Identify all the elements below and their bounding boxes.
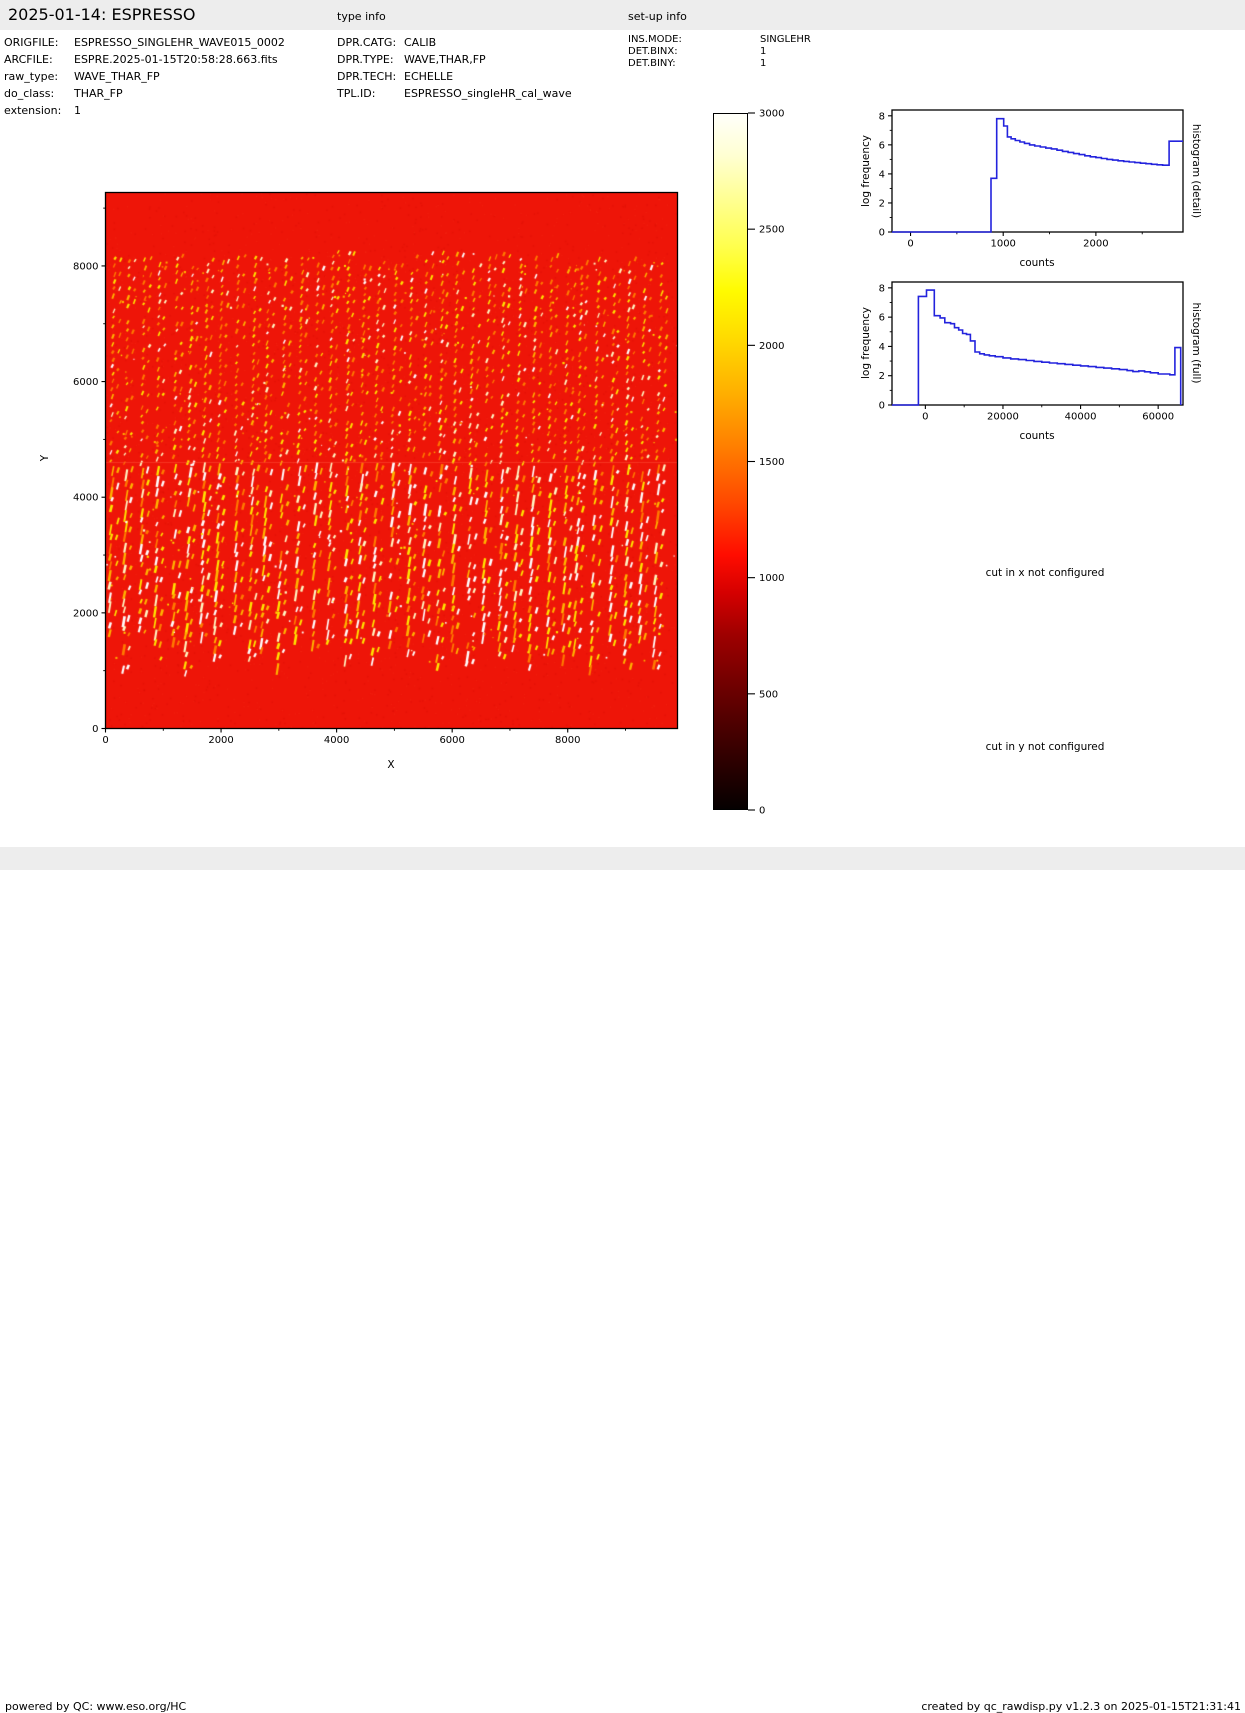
field-label: ARCFILE: [4,53,74,66]
tick-label: 2 [879,371,885,382]
field-label: DET.BINY: [628,58,760,69]
tick-label: 500 [759,689,778,700]
tick-label: 3000 [759,109,784,120]
type-info-heading: type info [337,10,386,23]
field-value: 1 [74,104,81,117]
tick-label: 40000 [1065,412,1097,423]
tick-label: 2000 [759,341,784,352]
file-info-row: raw_type:WAVE_THAR_FP [4,70,160,83]
tick-label: 8 [879,283,885,294]
field-label: raw_type: [4,70,74,83]
plot-frame [892,110,1183,232]
colorbar [713,113,748,810]
field-value: 1 [760,46,766,57]
tick-label: 1500 [759,457,784,468]
tick-label: 6000 [73,377,98,388]
tick-label: 8000 [73,261,98,272]
field-value: CALIB [404,36,436,49]
field-value: ECHELLE [404,70,453,83]
field-value: ESPRESSO_singleHR_cal_wave [404,87,572,100]
raw-detector-image [106,193,677,728]
field-label: INS.MODE: [628,34,760,45]
file-info-row: extension:1 [4,104,81,117]
field-label: DPR.TYPE: [337,53,404,66]
tick-label: 8000 [555,735,580,746]
tick-label: 1000 [990,239,1015,250]
cut-x-notice: cut in x not configured [986,567,1105,579]
tick-label: 8 [879,111,885,122]
file-info-row: do_class:THAR_FP [4,87,123,100]
field-label: TPL.ID: [337,87,404,100]
field-label: ORIGFILE: [4,36,74,49]
plot-frame [892,282,1183,405]
setup-info-row: DET.BINY:1 [628,58,766,69]
setup-info-row: INS.MODE:SINGLEHR [628,34,811,45]
tick-label: 6000 [439,735,464,746]
page-title: 2025-01-14: ESPRESSO [8,5,196,24]
file-info-row: ARCFILE:ESPRE.2025-01-15T20:58:28.663.fi… [4,53,278,66]
qc-report-page: { "header": { "title": "2025-01-14: ESPR… [0,0,1245,870]
field-label: DET.BINX: [628,46,760,57]
setup-info-heading: set-up info [628,10,687,23]
tick-label: 2 [879,198,885,209]
cut-y-notice: cut in y not configured [986,741,1105,753]
hist-detail-ylabel: log frequency [860,133,872,209]
tick-label: 0 [92,724,98,735]
hist-full-title: histogram (full) [1190,293,1202,393]
field-value: ESPRE.2025-01-15T20:58:28.663.fits [74,53,278,66]
hist-full-xlabel: counts [1019,430,1054,442]
tick-label: 2000 [1083,239,1108,250]
tick-label: 0 [102,735,108,746]
footer-bar: powered by QC: www.eso.org/HC created by… [0,847,1245,870]
setup-info-row: DET.BINX:1 [628,46,766,57]
tick-label: 4000 [73,493,98,504]
hist-detail-xlabel: counts [1019,257,1054,269]
hist-full-ylabel: log frequency [860,305,872,381]
field-label: DPR.CATG: [337,36,404,49]
field-value: THAR_FP [74,87,123,100]
tick-label: 1000 [759,573,784,584]
tick-label: 0 [922,412,928,423]
field-value: WAVE,THAR,FP [404,53,486,66]
field-value: ESPRESSO_SINGLEHR_WAVE015_0002 [74,36,285,49]
header-bar: 2025-01-14: ESPRESSO type info set-up in… [0,0,1245,30]
type-info-row: DPR.TYPE:WAVE,THAR,FP [337,53,486,66]
histogram-curve [892,290,1181,405]
field-label: DPR.TECH: [337,70,404,83]
footer-powered-by: powered by QC: www.eso.org/HC [5,1700,186,1713]
main-ylabel: Y [39,455,51,461]
tick-label: 6 [879,140,885,151]
tick-label: 0 [879,228,885,239]
tick-label: 0 [759,806,765,817]
field-label: extension: [4,104,74,117]
tick-label: 60000 [1142,412,1174,423]
type-info-row: DPR.CATG:CALIB [337,36,436,49]
tick-label: 2000 [208,735,233,746]
type-info-row: DPR.TECH:ECHELLE [337,70,453,83]
tick-label: 0 [907,239,913,250]
tick-label: 20000 [987,412,1019,423]
tick-label: 2500 [759,225,784,236]
field-label: do_class: [4,87,74,100]
tick-label: 0 [879,401,885,412]
tick-label: 4 [879,169,885,180]
tick-label: 4000 [324,735,349,746]
field-value: WAVE_THAR_FP [74,70,160,83]
tick-label: 2000 [73,608,98,619]
histogram-curve [892,119,1183,232]
field-value: SINGLEHR [760,34,811,45]
main-xlabel: X [387,759,394,771]
file-info-row: ORIGFILE:ESPRESSO_SINGLEHR_WAVE015_0002 [4,36,285,49]
footer-created-by: created by qc_rawdisp.py v1.2.3 on 2025-… [921,1700,1241,1713]
tick-label: 6 [879,313,885,324]
tick-label: 4 [879,342,885,353]
type-info-row: TPL.ID:ESPRESSO_singleHR_cal_wave [337,87,572,100]
field-value: 1 [760,58,766,69]
hist-detail-title: histogram (detail) [1190,116,1202,226]
